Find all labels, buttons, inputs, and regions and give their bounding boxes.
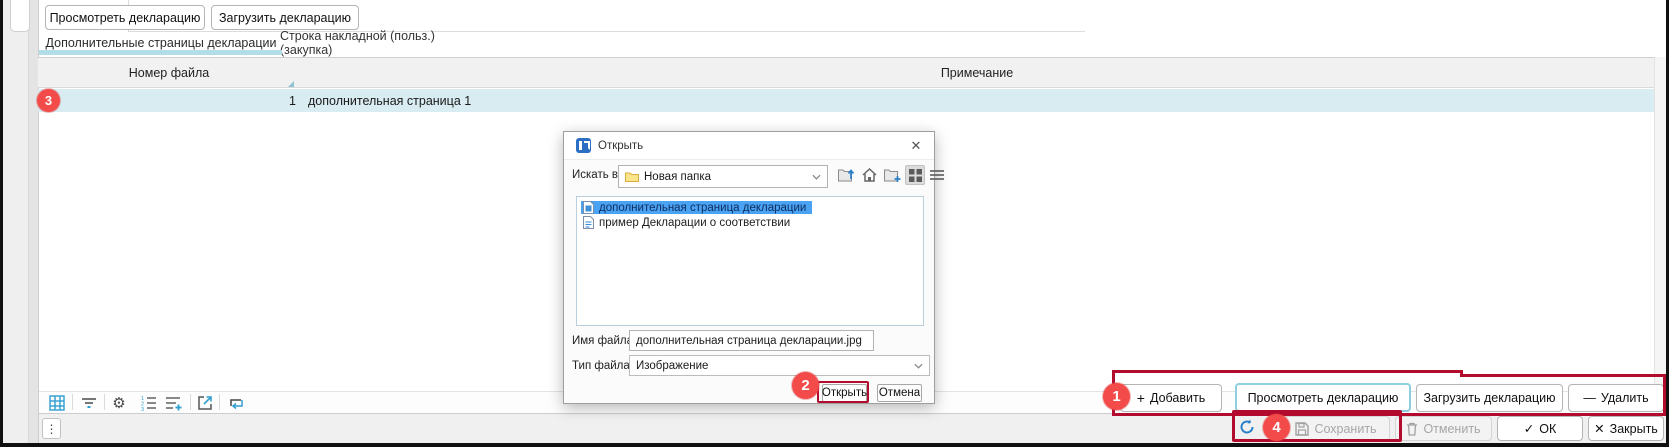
look-in-label: Искать в: xyxy=(572,169,621,181)
badge-number: 3 xyxy=(45,93,52,108)
file-name-value: дополнительная страница декларации.jpg xyxy=(636,335,862,347)
file-list-item[interactable]: пример Декларации о соответствии xyxy=(581,216,796,229)
file-list-item[interactable]: дополнительная страница декларации xyxy=(581,201,812,214)
view-declaration-button-top[interactable]: Просмотреть декларацию xyxy=(45,5,205,30)
ellipsis-icon: ⋮ xyxy=(46,422,58,436)
cancel-label: Отменить xyxy=(1423,422,1480,436)
file-name-input[interactable]: дополнительная страница декларации.jpg xyxy=(629,330,874,351)
look-in-value: Новая папка xyxy=(644,171,711,183)
chevron-down-icon xyxy=(812,174,821,180)
annotation-badge-3: 3 xyxy=(37,89,60,112)
toolbar-divider xyxy=(190,394,191,410)
file-name-label: Имя файла: xyxy=(572,335,636,347)
dialog-cancel-button[interactable]: Отмена xyxy=(877,384,922,402)
open-file-dialog: Открыть ✕ Искать в: Новая папка дополнит… xyxy=(563,131,935,404)
file-name: дополнительная страница декларации xyxy=(599,202,806,214)
badge-number: 2 xyxy=(801,377,809,394)
ok-button[interactable]: ✓ ОК xyxy=(1497,416,1583,441)
home-icon[interactable] xyxy=(859,165,879,185)
more-actions-button[interactable]: ⋮ xyxy=(42,418,61,439)
file-type-dropdown[interactable]: Изображение xyxy=(629,355,930,376)
file-name: пример Декларации о соответствии xyxy=(599,217,790,229)
parent-folder-icon[interactable] xyxy=(836,165,856,185)
active-tab-underline xyxy=(39,50,282,55)
chevron-down-icon xyxy=(914,363,923,369)
table-vertical-scrollbar[interactable] xyxy=(1654,57,1666,413)
annotation-badge-2: 2 xyxy=(792,372,819,399)
file-type-label: Тип файла: xyxy=(572,360,633,372)
image-file-icon xyxy=(583,201,594,214)
left-scroll-thumb[interactable] xyxy=(10,0,30,32)
tab-invoice-line[interactable]: Строка накладной (польз.) (закупка) xyxy=(280,33,476,53)
column-label: Номер файла xyxy=(129,66,209,80)
numbered-list-icon[interactable]: 123 xyxy=(140,394,158,411)
badge-number: 1 xyxy=(1112,388,1120,405)
add-button[interactable]: + Добавить xyxy=(1120,384,1222,412)
annotation-badge-1: 1 xyxy=(1103,383,1130,410)
close-button[interactable]: ✕ Закрыть xyxy=(1588,416,1664,441)
cell-note: дополнительная страница 1 xyxy=(308,94,471,108)
annotation-rect-save xyxy=(1232,410,1402,442)
svg-text:3: 3 xyxy=(141,407,144,411)
cell-file-number: 1 xyxy=(38,94,296,108)
ok-label: ОК xyxy=(1539,422,1556,436)
tab-label: Строка накладной (польз.) (закупка) xyxy=(280,29,476,57)
look-in-dropdown[interactable]: Новая папка xyxy=(618,165,828,188)
cross-glyph: ✕ xyxy=(911,138,922,154)
document-file-icon xyxy=(583,216,594,229)
trash-icon xyxy=(1406,422,1418,436)
filter-icon[interactable] xyxy=(80,394,98,411)
column-header-note[interactable]: Примечание xyxy=(300,58,1654,87)
delete-label: Удалить xyxy=(1601,391,1649,405)
app-logo-icon xyxy=(576,138,591,153)
add-label: Добавить xyxy=(1150,391,1205,405)
minus-icon: — xyxy=(1583,391,1596,405)
tab-label: Дополнительные страницы декларации xyxy=(46,36,277,50)
list-view-icon[interactable] xyxy=(927,165,947,185)
left-scroll-track[interactable] xyxy=(28,0,38,443)
delete-button[interactable]: — Удалить xyxy=(1568,384,1664,412)
load-declaration-button-top[interactable]: Загрузить декларацию xyxy=(211,5,359,30)
cancel-label: Отмена xyxy=(879,387,920,399)
column-label: Примечание xyxy=(941,66,1013,80)
open-external-icon[interactable] xyxy=(196,394,214,411)
dialog-close-icon[interactable]: ✕ xyxy=(908,138,924,154)
folder-icon xyxy=(625,171,639,182)
cancel-button[interactable]: Отменить xyxy=(1395,416,1492,441)
grid-view-icon[interactable] xyxy=(905,165,925,185)
new-folder-icon[interactable] xyxy=(882,165,902,185)
sort-indicator-icon xyxy=(288,81,294,87)
dialog-title: Открыть xyxy=(598,140,643,152)
column-header-file-number[interactable]: Номер файла xyxy=(38,58,300,87)
check-icon: ✓ xyxy=(1524,421,1534,436)
annotation-rect-open xyxy=(817,381,869,403)
table-header: Номер файла Примечание xyxy=(38,57,1666,88)
gear-icon[interactable]: ⚙ xyxy=(110,394,128,411)
add-list-row-icon[interactable] xyxy=(164,394,182,411)
badge-number: 4 xyxy=(1272,419,1280,436)
groupbox-edge xyxy=(128,31,1085,32)
close-label: Закрыть xyxy=(1610,422,1658,436)
load-declaration-label: Загрузить декларацию xyxy=(219,11,351,25)
view-declaration-label: Просмотреть декларацию xyxy=(50,11,201,25)
table-row[interactable]: 1 дополнительная страница 1 xyxy=(38,89,1664,112)
cross-icon: ✕ xyxy=(1594,421,1604,436)
load-declaration-button[interactable]: Загрузить декларацию xyxy=(1416,384,1563,412)
refresh-loop-icon[interactable] xyxy=(227,394,245,411)
plus-icon: + xyxy=(1137,390,1145,406)
file-list[interactable]: дополнительная страница декларации приме… xyxy=(576,196,924,326)
dialog-title-bar: Открыть ✕ xyxy=(564,132,934,160)
annotation-badge-4: 4 xyxy=(1263,414,1290,441)
load-label: Загрузить декларацию xyxy=(1423,391,1555,405)
toolbar-divider xyxy=(104,394,105,410)
toolbar-divider xyxy=(219,394,220,410)
file-type-value: Изображение xyxy=(636,360,708,372)
table-grid-icon[interactable] xyxy=(48,394,66,411)
view-label: Просмотреть декларацию xyxy=(1248,391,1399,405)
toolbar-divider xyxy=(72,394,73,410)
view-declaration-button[interactable]: Просмотреть декларацию xyxy=(1235,383,1411,412)
